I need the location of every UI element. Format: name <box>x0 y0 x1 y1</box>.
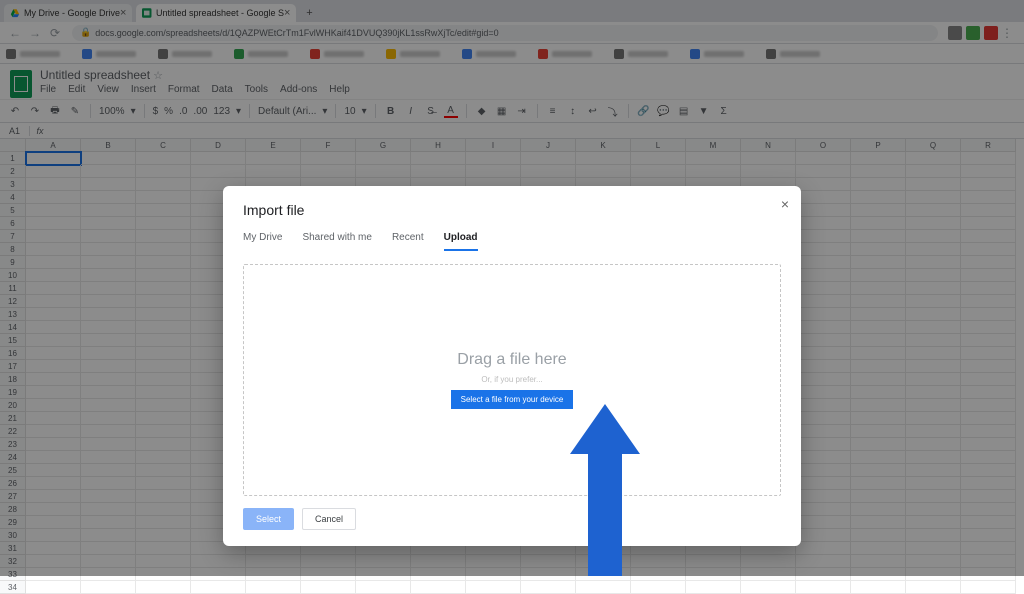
modal-footer: Select Cancel <box>243 508 781 530</box>
cell[interactable] <box>356 581 411 594</box>
cell[interactable] <box>466 581 521 594</box>
tab-my-drive[interactable]: My Drive <box>243 232 282 251</box>
cell[interactable] <box>26 581 81 594</box>
row-header[interactable]: 34 <box>0 581 26 594</box>
dropzone[interactable]: Drag a file here Or, if you prefer... Se… <box>243 264 781 496</box>
or-text: Or, if you prefer... <box>481 375 542 384</box>
select-file-button[interactable]: Select a file from your device <box>451 390 574 409</box>
drag-text: Drag a file here <box>457 351 566 369</box>
cell[interactable] <box>796 581 851 594</box>
cancel-button[interactable]: Cancel <box>302 508 356 530</box>
cell[interactable] <box>81 581 136 594</box>
cell[interactable] <box>906 581 961 594</box>
tab-upload[interactable]: Upload <box>444 232 478 251</box>
cell[interactable] <box>191 581 246 594</box>
import-file-modal: Import file × My Drive Shared with me Re… <box>223 186 801 546</box>
cell[interactable] <box>521 581 576 594</box>
cell[interactable] <box>136 581 191 594</box>
cell[interactable] <box>961 581 1016 594</box>
cell[interactable] <box>301 581 356 594</box>
select-button[interactable]: Select <box>243 508 294 530</box>
modal-title: Import file <box>243 202 781 218</box>
cell[interactable] <box>576 581 631 594</box>
cell[interactable] <box>411 581 466 594</box>
cell[interactable] <box>631 581 686 594</box>
modal-tabs: My Drive Shared with me Recent Upload <box>243 232 781 252</box>
tab-recent[interactable]: Recent <box>392 232 424 251</box>
close-button[interactable]: × <box>781 196 789 212</box>
tab-shared[interactable]: Shared with me <box>302 232 371 251</box>
cell[interactable] <box>246 581 301 594</box>
cell[interactable] <box>851 581 906 594</box>
cell[interactable] <box>686 581 741 594</box>
cell[interactable] <box>741 581 796 594</box>
